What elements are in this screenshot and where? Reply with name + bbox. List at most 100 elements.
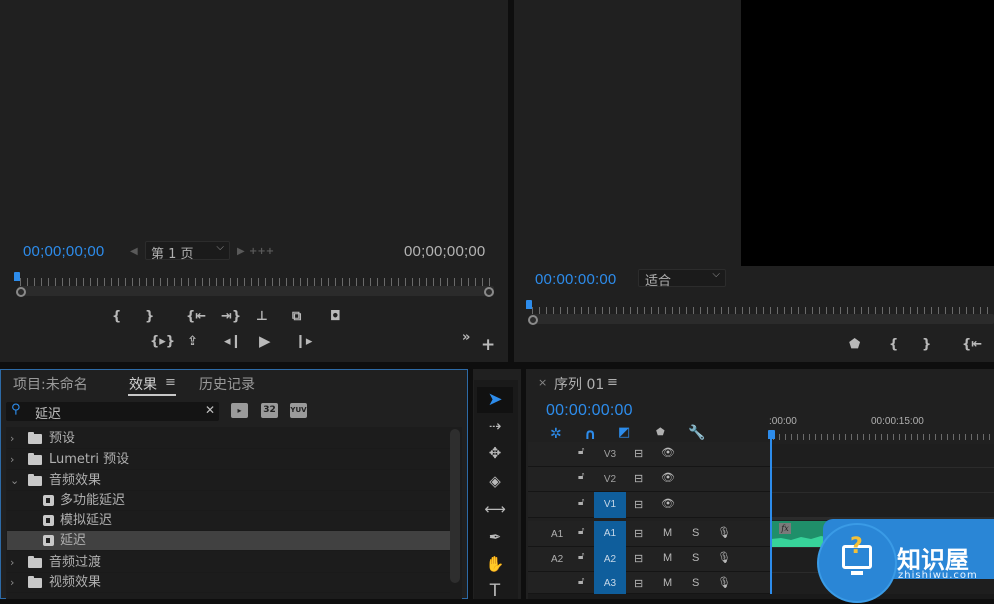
clip-fx-badge[interactable]: fx bbox=[779, 523, 791, 534]
tree-item-video-effects[interactable]: › 视频效果 bbox=[7, 573, 450, 593]
close-tab-icon[interactable]: × bbox=[538, 376, 547, 389]
mute-button[interactable]: M bbox=[663, 552, 672, 564]
lock-icon[interactable]: 🔓︎ bbox=[578, 551, 588, 562]
zoom-select[interactable]: 适合 ⌵ bbox=[638, 269, 726, 289]
mark-in-icon[interactable]: { bbox=[889, 338, 898, 352]
timeline-ruler[interactable] bbox=[773, 434, 994, 440]
yuv-filter[interactable]: YUV bbox=[290, 403, 307, 418]
prev-page-icon[interactable]: ◀ bbox=[130, 245, 138, 259]
chevron-right-icon[interactable]: › bbox=[10, 573, 14, 593]
solo-button[interactable]: S bbox=[692, 577, 699, 589]
panel-menu-icon[interactable]: ≡ bbox=[607, 375, 618, 390]
eye-icon[interactable]: 👁︎ bbox=[661, 471, 675, 484]
lift-icon[interactable]: ⇪ bbox=[187, 335, 198, 349]
source-zoom-bar[interactable] bbox=[18, 286, 494, 296]
tab-effects[interactable]: 效果 bbox=[129, 374, 157, 394]
tree-item-audio-effects[interactable]: ⌄ 音频效果 bbox=[7, 471, 450, 491]
hand-tool[interactable]: ✋ bbox=[477, 551, 513, 577]
page-select[interactable]: 第 1 页 ⌵ bbox=[145, 241, 230, 262]
nest-sequence-icon[interactable]: ✲ bbox=[550, 426, 562, 442]
go-to-out-icon[interactable]: ⇥} bbox=[221, 310, 241, 324]
go-to-in-icon[interactable]: {⇤ bbox=[962, 338, 982, 352]
track-target-v3[interactable]: V3 bbox=[594, 443, 626, 467]
tree-item-analog-delay[interactable]: 模拟延迟 bbox=[7, 511, 450, 531]
eye-icon[interactable]: 👁︎ bbox=[661, 497, 675, 510]
step-back-icon[interactable]: ◂❙ bbox=[224, 335, 241, 349]
chevron-down-icon[interactable]: ⌄ bbox=[10, 471, 19, 491]
linked-selection-icon[interactable]: ◩ bbox=[618, 425, 630, 440]
eye-icon[interactable]: 👁︎ bbox=[661, 446, 675, 459]
lock-icon[interactable]: 🔓︎ bbox=[578, 497, 588, 508]
tree-item-delay[interactable]: 延迟 bbox=[7, 531, 450, 551]
ripple-edit-tool[interactable]: ✥ bbox=[477, 440, 513, 466]
solo-button[interactable]: S bbox=[692, 527, 699, 539]
source-zoom-handle-right[interactable] bbox=[484, 287, 494, 297]
source-patch-a2[interactable]: A2 bbox=[551, 554, 563, 565]
program-timecode[interactable]: 00:00:00:00 bbox=[535, 271, 616, 288]
step-forward-icon[interactable]: ❙▸ bbox=[295, 335, 312, 349]
lock-icon[interactable]: 🔓︎ bbox=[578, 526, 588, 537]
sync-lock-icon[interactable]: ⊟ bbox=[634, 447, 643, 460]
track-header-a3[interactable] bbox=[528, 572, 770, 594]
track-target-a3[interactable]: A3 bbox=[594, 572, 626, 594]
program-zoom-bar[interactable] bbox=[530, 314, 994, 324]
panel-menu-icon[interactable]: ≡ bbox=[165, 375, 176, 390]
32bit-filter[interactable]: 32 bbox=[261, 403, 278, 418]
wrench-icon[interactable]: 🔧 bbox=[688, 425, 705, 441]
lock-icon[interactable]: 🔓︎ bbox=[578, 576, 588, 587]
lock-icon[interactable]: 🔓︎ bbox=[578, 471, 588, 482]
track-header-v2[interactable] bbox=[528, 467, 770, 492]
play-in-to-out-icon[interactable]: {▸} bbox=[150, 335, 175, 349]
search-input[interactable]: 延迟 bbox=[35, 403, 61, 422]
overlay-icon[interactable]: ⧉ bbox=[292, 310, 301, 324]
tree-item-audio-transitions[interactable]: › 音频过渡 bbox=[7, 553, 450, 573]
sequence-tab[interactable]: 序列 01 bbox=[554, 374, 604, 394]
sync-lock-icon[interactable]: ⊟ bbox=[634, 577, 643, 590]
solo-button[interactable]: S bbox=[692, 552, 699, 564]
track-header-v1[interactable] bbox=[528, 492, 770, 518]
source-zoom-handle-left[interactable] bbox=[16, 287, 26, 297]
next-page-icon[interactable]: ▶ bbox=[237, 245, 245, 259]
accelerated-effects-filter[interactable]: ▸ bbox=[231, 403, 248, 418]
effects-search-field[interactable]: ⚲ 延迟 ✕ bbox=[6, 402, 219, 422]
mute-button[interactable]: M bbox=[663, 527, 672, 539]
sync-lock-icon[interactable]: ⊟ bbox=[634, 472, 643, 485]
track-target-v2[interactable]: V2 bbox=[594, 468, 626, 492]
program-video-frame[interactable] bbox=[741, 0, 994, 266]
track-header-a1[interactable] bbox=[528, 521, 770, 547]
tab-history[interactable]: 历史记录 bbox=[199, 374, 255, 394]
effects-tree-scrollbar[interactable] bbox=[450, 429, 460, 583]
timeline-timecode[interactable]: 00:00:00:00 bbox=[546, 402, 633, 420]
add-marker-icon[interactable]: ⬟ bbox=[656, 427, 665, 438]
track-target-a2[interactable]: A2 bbox=[594, 547, 626, 572]
source-timecode-current[interactable]: 00;00;00;00 bbox=[23, 243, 104, 260]
selection-tool[interactable]: ➤ bbox=[477, 387, 513, 413]
microphone-icon[interactable]: 🎙︎ bbox=[717, 551, 731, 564]
camera-icon[interactable]: ◘ bbox=[330, 310, 341, 324]
add-button-icon[interactable]: + bbox=[481, 337, 495, 354]
mark-out-icon[interactable]: } bbox=[145, 310, 154, 324]
type-tool[interactable]: T bbox=[477, 578, 513, 604]
track-header-v3[interactable] bbox=[528, 442, 770, 467]
tree-item-multitap-delay[interactable]: 多功能延迟 bbox=[7, 491, 450, 511]
more-controls-icon[interactable]: » bbox=[462, 331, 470, 345]
clear-search-icon[interactable]: ✕ bbox=[205, 403, 215, 417]
mark-in-icon[interactable]: { bbox=[112, 310, 121, 324]
chevron-right-icon[interactable]: › bbox=[10, 429, 14, 449]
track-target-a1[interactable]: A1 bbox=[594, 521, 626, 547]
pen-tool[interactable]: ✒ bbox=[477, 524, 513, 550]
microphone-icon[interactable]: 🎙︎ bbox=[717, 526, 731, 539]
drag-handle-icon[interactable]: +++ bbox=[249, 245, 274, 259]
play-icon[interactable]: ▶ bbox=[259, 334, 271, 349]
lock-icon[interactable]: 🔓︎ bbox=[578, 446, 588, 457]
tree-item-lumetri-presets[interactable]: › Lumetri 预设 bbox=[7, 450, 450, 470]
chevron-right-icon[interactable]: › bbox=[10, 450, 14, 470]
tree-item-presets[interactable]: › 预设 bbox=[7, 429, 450, 449]
insert-icon[interactable]: ⊥ bbox=[256, 310, 268, 324]
slip-tool[interactable]: ⟷ bbox=[477, 496, 513, 522]
razor-tool[interactable]: ◈ bbox=[477, 468, 513, 494]
sync-lock-icon[interactable]: ⊟ bbox=[634, 498, 643, 511]
timeline-scrollbar[interactable] bbox=[528, 594, 994, 599]
microphone-icon[interactable]: 🎙︎ bbox=[717, 576, 731, 589]
chevron-right-icon[interactable]: › bbox=[10, 553, 14, 573]
